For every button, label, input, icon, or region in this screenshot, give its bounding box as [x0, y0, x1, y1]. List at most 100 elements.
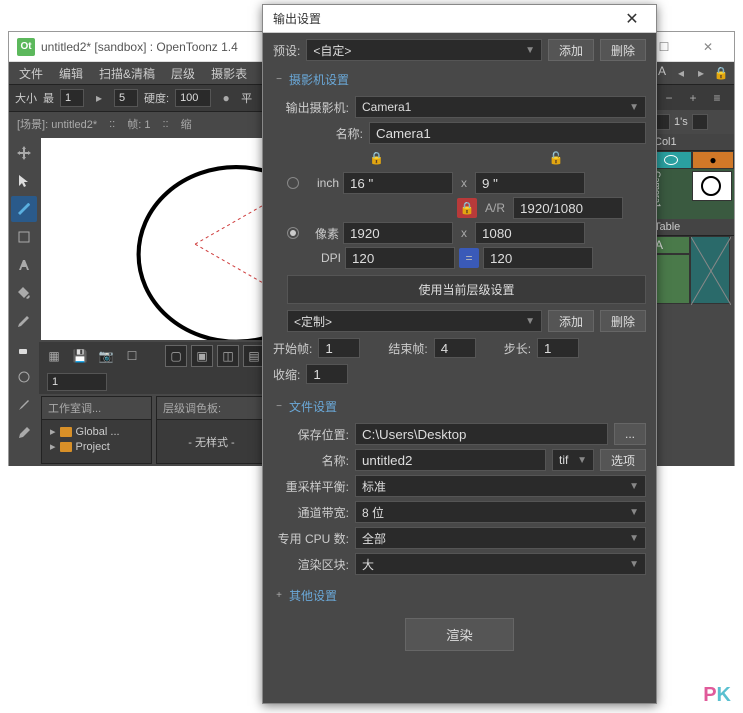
menu-file[interactable]: 文件 — [13, 63, 49, 84]
shrink-label: 收缩: — [273, 366, 300, 383]
safe-area-icon[interactable]: ▦ — [43, 345, 65, 367]
dialog-close-button[interactable]: ✕ — [618, 7, 646, 31]
style-picker-tool-icon[interactable] — [11, 392, 37, 418]
start-frame-label: 开始帧: — [273, 340, 312, 357]
collapse-icon: − — [273, 74, 285, 86]
inch-radio[interactable] — [287, 177, 299, 189]
lock-icon[interactable]: 🔒 — [712, 64, 730, 82]
fill-tool-icon[interactable] — [11, 280, 37, 306]
save-location-input[interactable] — [355, 423, 608, 445]
cpu-label: 专用 CPU 数: — [273, 530, 349, 547]
output-camera-label: 输出摄影机: — [273, 99, 349, 116]
step-input[interactable] — [537, 338, 579, 358]
lock-toggle[interactable]: ● — [692, 151, 734, 169]
toolbar-bars-icon[interactable]: ≡ — [706, 87, 728, 109]
use-current-level-button[interactable]: 使用当前层级设置 — [287, 275, 646, 304]
no-style-label: - 无样式 - — [188, 437, 234, 449]
view-mode-2-icon[interactable]: ▣ — [191, 345, 213, 367]
rgb-picker-tool-icon[interactable] — [11, 420, 37, 446]
menu-level[interactable]: 层级 — [165, 63, 201, 84]
up-down-icon[interactable]: ▸ — [90, 89, 108, 107]
block-select[interactable]: 大▼ — [355, 553, 646, 575]
camera-name-input[interactable] — [369, 122, 646, 144]
type-tool-icon[interactable] — [11, 252, 37, 278]
palette-panel: 层级调色板: - 无样式 - — [156, 396, 267, 464]
chevron-left-icon[interactable]: ◂ — [672, 64, 690, 82]
preset-select[interactable]: <自定>▼ — [306, 39, 542, 61]
custom-preset-select[interactable]: <定制>▼ — [287, 310, 542, 332]
start-frame-input[interactable] — [318, 338, 360, 358]
render-button[interactable]: 渲染 — [405, 618, 514, 651]
format-options-button[interactable]: 选项 — [600, 449, 646, 471]
channel-select[interactable]: 8 位▼ — [355, 501, 646, 523]
col-header[interactable]: Col1 — [654, 136, 677, 148]
tape-tool-icon[interactable] — [11, 364, 37, 390]
chevron-right-icon[interactable]: ▸ — [692, 64, 710, 82]
toolbar-plus-icon[interactable]: + — [682, 87, 704, 109]
close-button[interactable]: ✕ — [690, 35, 726, 59]
menu-scan[interactable]: 扫描&清稿 — [93, 63, 161, 84]
zoom-label: 缩 — [181, 116, 192, 132]
size-min-input[interactable] — [60, 89, 84, 107]
xsheet-right-icon[interactable] — [692, 114, 708, 130]
menu-xsheet[interactable]: 摄影表 — [205, 63, 253, 84]
app-icon: Ot — [17, 38, 35, 56]
lock-open-icon[interactable]: 🔓 — [546, 148, 566, 168]
pixel-width-input[interactable] — [343, 222, 453, 244]
file-name-input[interactable] — [355, 449, 546, 471]
inch-width-input[interactable] — [343, 172, 453, 194]
dpi-input-1[interactable] — [345, 247, 455, 269]
select-tool-icon[interactable] — [11, 168, 37, 194]
menu-edit[interactable]: 编辑 — [53, 63, 89, 84]
camera-section-header[interactable]: − 摄影机设置 — [273, 67, 646, 92]
blank-icon[interactable]: ☐ — [121, 345, 143, 367]
eraser-tool-icon[interactable] — [11, 336, 37, 362]
frame-number-input[interactable] — [47, 373, 107, 391]
resample-select[interactable]: 标准▼ — [355, 475, 646, 497]
output-camera-select[interactable]: Camera1▼ — [355, 96, 646, 118]
dpi-input-2[interactable] — [483, 247, 593, 269]
block-label: 渲染区块: — [273, 556, 349, 573]
canvas-viewport[interactable] — [41, 138, 267, 340]
ar-lock-icon[interactable]: 🔒 — [457, 198, 477, 218]
move-tool-icon[interactable] — [11, 140, 37, 166]
end-frame-label: 结束帧: — [388, 340, 427, 357]
brush-tool-icon[interactable] — [11, 196, 37, 222]
tree-item-global[interactable]: ▸ Global ... — [46, 424, 147, 439]
pixel-height-input[interactable] — [475, 222, 585, 244]
browse-button[interactable]: ... — [614, 423, 646, 445]
format-select[interactable]: tif▼ — [552, 449, 594, 471]
dpi-link-icon[interactable]: = — [459, 248, 479, 268]
folder-icon — [60, 442, 72, 452]
toolbar-minus-icon[interactable]: − — [658, 87, 680, 109]
inch-height-input[interactable] — [475, 172, 585, 194]
cpu-select[interactable]: 全部▼ — [355, 527, 646, 549]
geometry-tool-icon[interactable] — [11, 224, 37, 250]
hardness-label: 硬度: — [144, 90, 169, 106]
hardness-input[interactable] — [175, 89, 211, 107]
folder-icon — [60, 427, 72, 437]
custom-add-button[interactable]: 添加 — [548, 310, 594, 332]
other-section-header[interactable]: + 其他设置 — [273, 583, 646, 608]
tree-item-project[interactable]: ▸ Project — [46, 439, 147, 454]
end-frame-input[interactable] — [434, 338, 476, 358]
preset-remove-button[interactable]: 删除 — [600, 39, 646, 61]
expand-icon: + — [273, 590, 285, 602]
view-mode-3-icon[interactable]: ◫ — [217, 345, 239, 367]
camera-icon[interactable]: 📷 — [95, 345, 117, 367]
cell-block-2[interactable] — [690, 236, 730, 304]
view-mode-1-icon[interactable]: ▢ — [165, 345, 187, 367]
file-section-header[interactable]: − 文件设置 — [273, 394, 646, 419]
level-thumbnail[interactable] — [692, 171, 732, 201]
preset-add-button[interactable]: 添加 — [548, 39, 594, 61]
pixel-radio[interactable] — [287, 227, 299, 239]
eye-icon — [664, 155, 678, 165]
camera-name-label: 名称: — [287, 125, 363, 142]
ar-input[interactable] — [513, 197, 623, 219]
size-max-input[interactable] — [114, 89, 138, 107]
custom-remove-button[interactable]: 删除 — [600, 310, 646, 332]
save-icon[interactable]: 💾 — [69, 345, 91, 367]
paint-tool-icon[interactable] — [11, 308, 37, 334]
lock-closed-icon[interactable]: 🔒 — [367, 148, 387, 168]
shrink-input[interactable] — [306, 364, 348, 384]
